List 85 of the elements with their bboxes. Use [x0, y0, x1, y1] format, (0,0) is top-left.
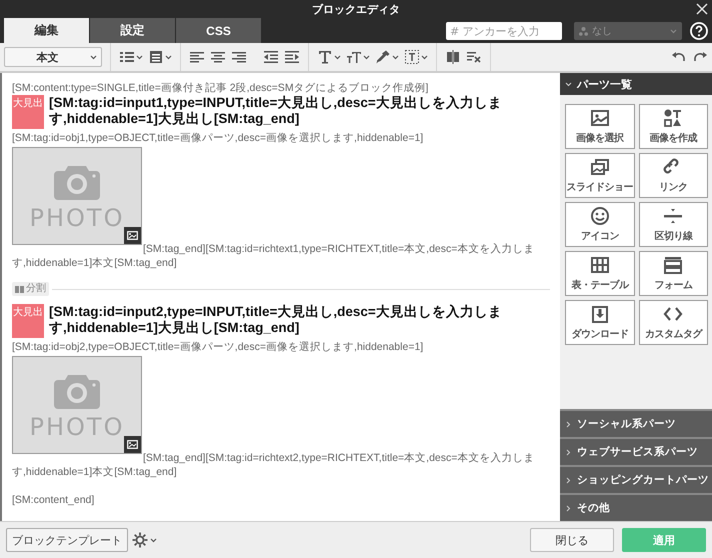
image-icon: [127, 440, 138, 449]
camera-icon: [54, 164, 100, 200]
indent-icon: [284, 49, 300, 65]
align-center-icon: [210, 49, 226, 65]
tab[interactable]: CSS: [176, 18, 261, 43]
window-title: ブロックエディタ: [312, 2, 400, 16]
block-format-button[interactable]: [148, 49, 172, 65]
text-color-icon: [317, 49, 333, 65]
heading-badge: 大見出: [12, 304, 44, 338]
text-box-button[interactable]: [404, 49, 428, 65]
form-icon: [662, 255, 684, 275]
divider-icon: [662, 206, 684, 226]
font-size-icon: [346, 49, 362, 65]
part-tile[interactable]: 画像を作成: [638, 104, 708, 149]
body-text: [SM:tag_end][SM:tag:id=richtext2,type=RICHTEXT,title=本文,desc=本文を入力します,hiddenable=1]本文[SM:tag_end]: [12, 451, 536, 479]
column-split-icon: [15, 284, 24, 294]
tag-text: [SM:tag:id=obj1,type=OBJECT,title=画像パーツ,desc=画像を選択します,hiddenable=1]: [12, 131, 424, 145]
image-select-button[interactable]: [124, 227, 141, 244]
style-select[interactable]: 本文: [4, 47, 102, 67]
text-box-icon: [404, 49, 420, 65]
align-center-button[interactable]: [210, 49, 226, 65]
smiley-icon: [588, 206, 611, 226]
caret-icon: [392, 54, 399, 60]
image-icon: [127, 231, 138, 240]
tab[interactable]: 設定: [90, 18, 175, 43]
caret-icon: [421, 54, 428, 60]
slideshow-icon: [588, 157, 611, 177]
section-header[interactable]: ウェブサービス系パーツ: [560, 437, 712, 465]
caret-icon: [670, 28, 677, 34]
clear-format-button[interactable]: [466, 49, 482, 65]
part-tile[interactable]: 区切り線: [638, 202, 708, 247]
part-tile[interactable]: スライドショー: [565, 153, 634, 198]
part-tile[interactable]: リンク: [638, 153, 708, 198]
caret-icon: [165, 54, 172, 60]
list-icon: [119, 49, 135, 65]
part-tile[interactable]: 画像を選択: [565, 104, 634, 149]
body-text: [SM:tag_end][SM:tag:id=richtext1,type=RICHTEXT,title=本文,desc=本文を入力します,hiddenable=1]本文[SM:tag_end]: [12, 242, 536, 270]
settings-button[interactable]: [132, 532, 157, 548]
block-format-icon: [148, 49, 164, 65]
indent-button[interactable]: [284, 49, 300, 65]
anchor-field[interactable]: # アンカーを入力: [446, 22, 562, 40]
column-split-icon: [445, 49, 461, 65]
section-header[interactable]: ソーシャル系パーツ: [560, 409, 712, 437]
align-right-button[interactable]: [231, 49, 247, 65]
list-button[interactable]: [119, 49, 143, 65]
part-tile[interactable]: ダウンロード: [565, 300, 634, 345]
part-tile[interactable]: 表・テーブル: [565, 251, 634, 296]
table-icon: [588, 255, 611, 275]
clear-format-icon: [466, 49, 482, 65]
caret-icon: [90, 54, 97, 60]
close-icon[interactable]: [696, 3, 708, 15]
camera-icon: [54, 373, 100, 409]
part-tile[interactable]: アイコン: [565, 202, 634, 247]
parts-header[interactable]: パーツ一覧: [560, 73, 712, 95]
text-color-button[interactable]: [317, 49, 341, 65]
outdent-icon: [263, 49, 279, 65]
caret-icon: [334, 54, 341, 60]
image-select-button[interactable]: [124, 436, 141, 453]
tab[interactable]: 編集: [4, 18, 89, 43]
eyedropper-icon: [375, 49, 391, 65]
heading-text: [SM:tag:id=input2,type=INPUT,title=大見出し,desc=大見出しを入力します,hiddenable=1]大見出し[SM:tag_end]: [49, 304, 503, 336]
heading-badge: 大見出: [12, 95, 44, 129]
align-left-icon: [189, 49, 205, 65]
eyedropper-button[interactable]: [375, 49, 399, 65]
outdent-button[interactable]: [263, 49, 279, 65]
close-button[interactable]: 閉じる: [530, 528, 614, 552]
settings-icon: [132, 532, 148, 548]
caret-icon: [150, 538, 157, 542]
heading-text: [SM:tag:id=input1,type=INPUT,title=大見出し,desc=大見出しを入力します,hiddenable=1]大見出し[SM:tag_end]: [49, 95, 503, 127]
part-tile[interactable]: フォーム: [638, 251, 708, 296]
caret-icon: [363, 54, 370, 60]
block-template-button[interactable]: ブロックテンプレート: [6, 528, 128, 552]
tag-text: [SM:content_end]: [12, 493, 96, 507]
tag-text: [SM:content:type=SINGLE,title=画像付き記事 2段,desc=SMタグによるブロック作成例]: [12, 81, 430, 95]
help-icon[interactable]: [690, 22, 708, 40]
caret-icon: [136, 54, 143, 60]
align-left-button[interactable]: [189, 49, 205, 65]
font-size-button[interactable]: [346, 49, 370, 65]
align-right-icon: [231, 49, 247, 65]
image-icon: [588, 108, 611, 128]
section-header[interactable]: ショッピングカートパーツ: [560, 465, 712, 493]
tag-text: [SM:tag:id=obj2,type=OBJECT,title=画像パーツ,desc=画像を選択します,hiddenable=1]: [12, 340, 424, 354]
section-header[interactable]: その他: [560, 493, 712, 521]
column-split-button[interactable]: [445, 49, 461, 65]
part-tile[interactable]: カスタムタグ: [638, 300, 708, 345]
